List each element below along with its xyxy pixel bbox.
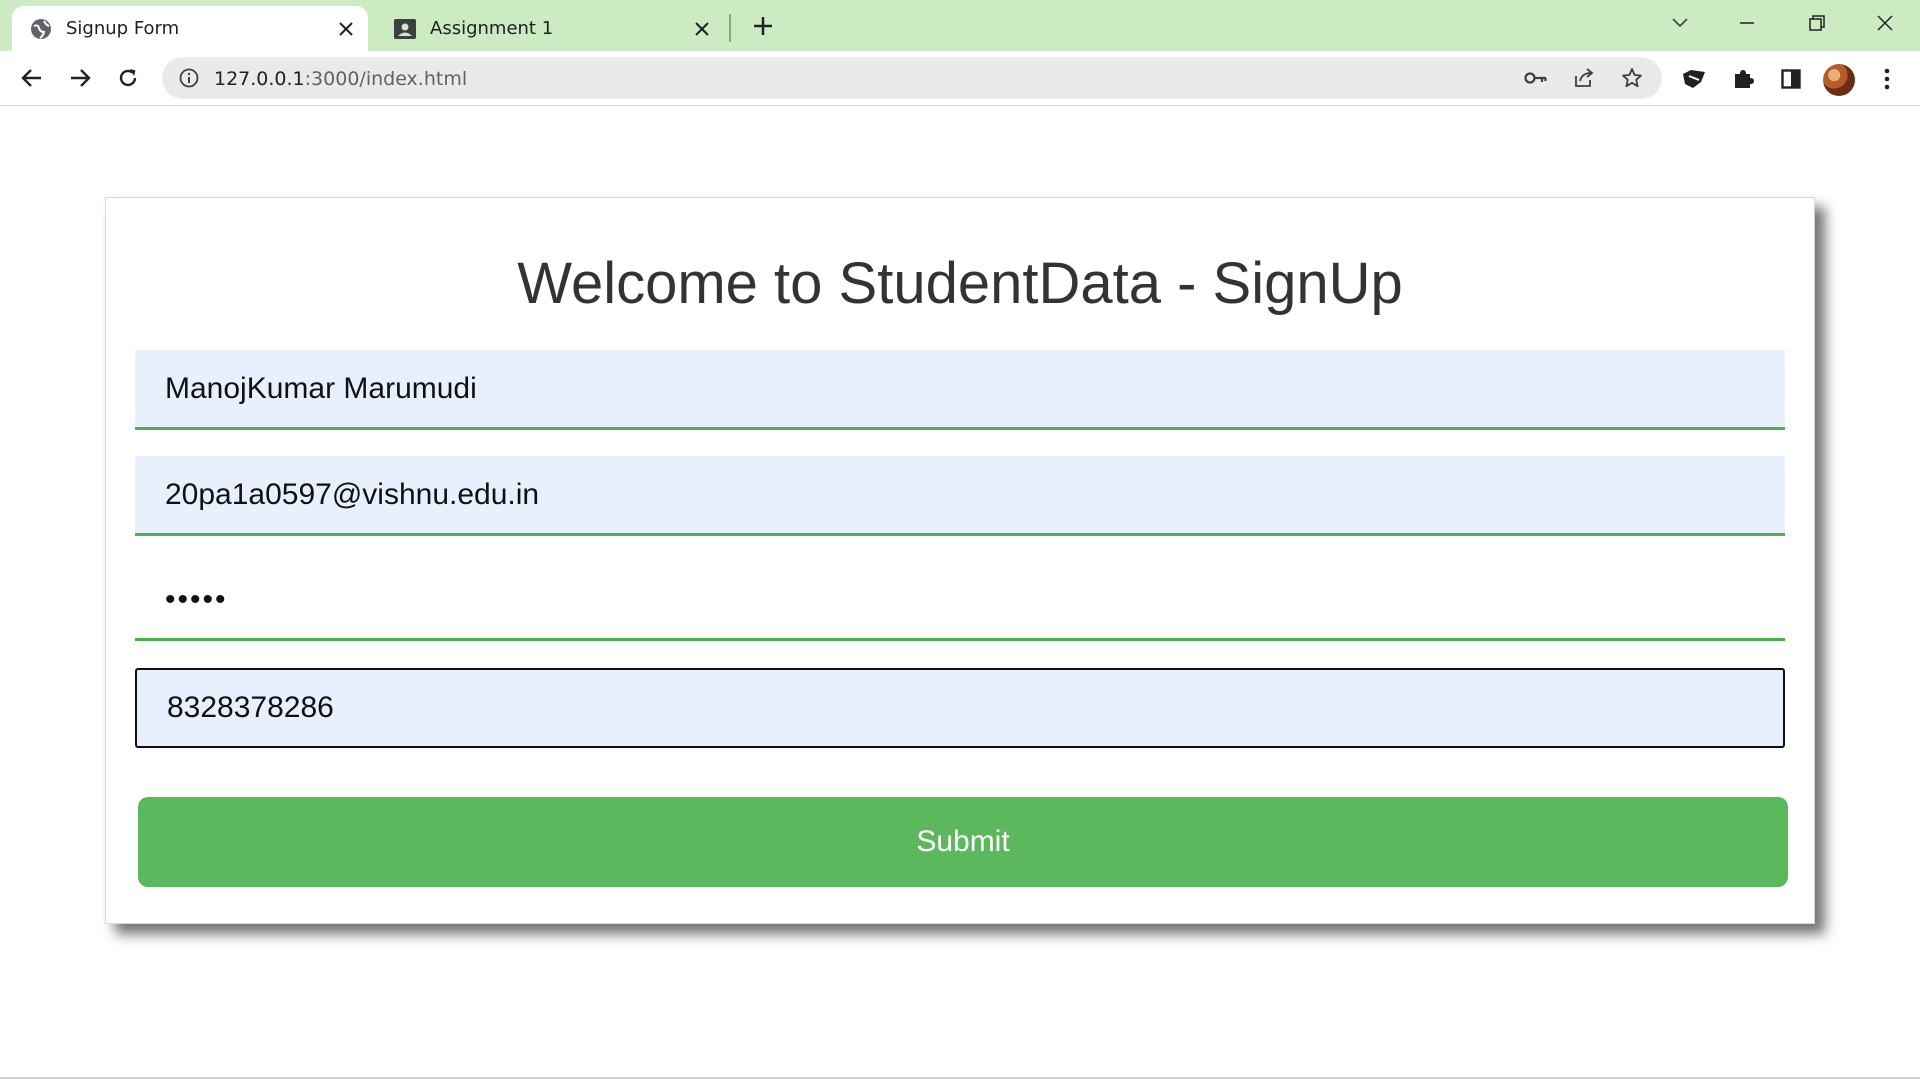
address-bar[interactable]: 127.0.0.1:3000/index.html: [162, 57, 1662, 99]
restore-button[interactable]: [1797, 8, 1837, 38]
signup-card: Welcome to StudentData - SignUp ••••• Su…: [105, 197, 1815, 924]
globe-icon: [30, 18, 52, 40]
plus-icon: [754, 17, 772, 35]
tab-title: Signup Form: [66, 18, 180, 39]
more-menu-icon[interactable]: [1874, 66, 1900, 92]
window-bottom-border: [0, 1077, 1920, 1079]
browser-toolbar: 127.0.0.1:3000/index.html: [0, 51, 1920, 106]
info-icon[interactable]: [178, 67, 200, 89]
new-tab-button[interactable]: [748, 11, 778, 41]
page-title: Welcome to StudentData - SignUp: [517, 251, 1403, 316]
email-input[interactable]: [135, 456, 1785, 536]
arrow-right-icon: [71, 69, 91, 87]
password-input[interactable]: •••••: [135, 561, 1785, 641]
submit-button[interactable]: Submit: [138, 797, 1788, 887]
tab-separator: [729, 14, 731, 42]
name-input[interactable]: [135, 350, 1785, 430]
close-window-button[interactable]: [1865, 8, 1905, 38]
url-path: :3000/index.html: [304, 68, 468, 90]
tab-title: Assignment 1: [430, 18, 554, 39]
tab-strip: Signup Form Assignment 1: [0, 0, 1920, 51]
arrow-left-icon: [21, 69, 41, 87]
url-text: 127.0.0.1:3000/index.html: [214, 68, 467, 90]
back-button[interactable]: [16, 62, 48, 94]
side-panel-icon[interactable]: [1778, 66, 1804, 92]
minimize-icon: [1740, 22, 1754, 24]
contact-card-icon: [394, 18, 416, 40]
password-mask: •••••: [165, 582, 228, 616]
share-icon[interactable]: [1572, 66, 1596, 90]
reload-button[interactable]: [112, 62, 144, 94]
phone-input[interactable]: [135, 668, 1785, 748]
close-icon: [1877, 15, 1893, 31]
reload-icon: [119, 69, 137, 87]
extension-icon[interactable]: [1681, 66, 1707, 92]
url-host: 127.0.0.1: [214, 68, 305, 90]
close-tab-icon[interactable]: [332, 15, 360, 43]
forward-button[interactable]: [64, 62, 96, 94]
profile-avatar[interactable]: [1823, 64, 1855, 96]
close-tab-icon[interactable]: [688, 15, 716, 43]
tab-signup-form[interactable]: Signup Form: [12, 6, 368, 51]
key-icon[interactable]: [1524, 66, 1548, 90]
tab-assignment-1[interactable]: Assignment 1: [376, 6, 724, 51]
star-icon[interactable]: [1620, 66, 1644, 90]
tab-search-button[interactable]: [1660, 8, 1700, 38]
minimize-button[interactable]: [1727, 8, 1767, 38]
restore-icon: [1809, 15, 1825, 31]
puzzle-icon[interactable]: [1730, 66, 1756, 92]
chevron-down-icon: [1672, 18, 1688, 28]
